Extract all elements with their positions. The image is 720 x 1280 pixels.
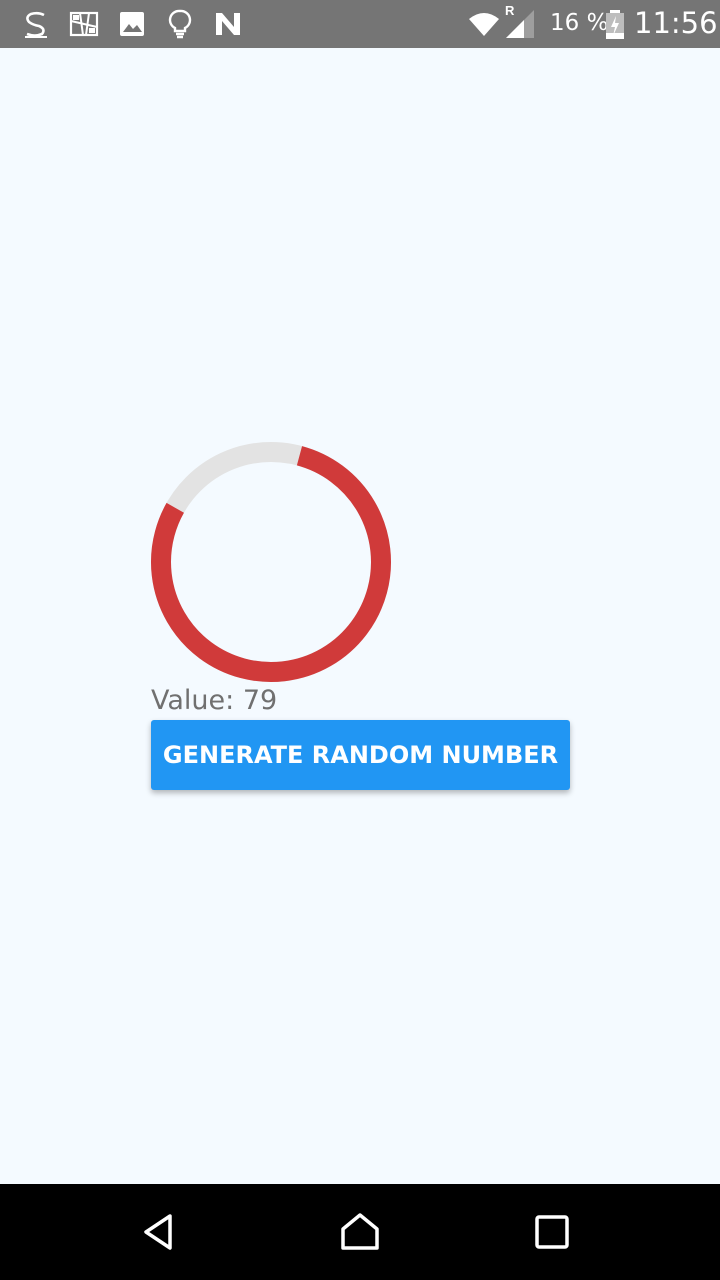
lightbulb-icon — [164, 8, 196, 40]
progress-gauge — [150, 441, 392, 683]
status-bar: R 16 % 11:56 — [0, 0, 720, 48]
back-icon[interactable] — [136, 1208, 184, 1256]
battery-icon — [604, 8, 626, 40]
signal-icon — [504, 8, 536, 40]
recents-icon[interactable] — [528, 1208, 576, 1256]
value-label: Value: — [151, 685, 235, 716]
battery-percent: 16 % — [550, 10, 609, 36]
generate-random-number-button[interactable]: GENERATE RANDOM NUMBER — [151, 720, 570, 790]
s-app-icon — [20, 8, 52, 40]
home-icon[interactable] — [336, 1208, 384, 1256]
navigation-bar — [0, 1184, 720, 1280]
wifi-icon — [468, 8, 500, 40]
status-clock: 11:56 — [634, 6, 718, 40]
value-number: 79 — [242, 685, 278, 716]
n-app-icon — [212, 8, 244, 40]
map-icon — [68, 8, 100, 40]
image-icon — [116, 8, 148, 40]
value-display: Value: 79 — [151, 685, 277, 716]
